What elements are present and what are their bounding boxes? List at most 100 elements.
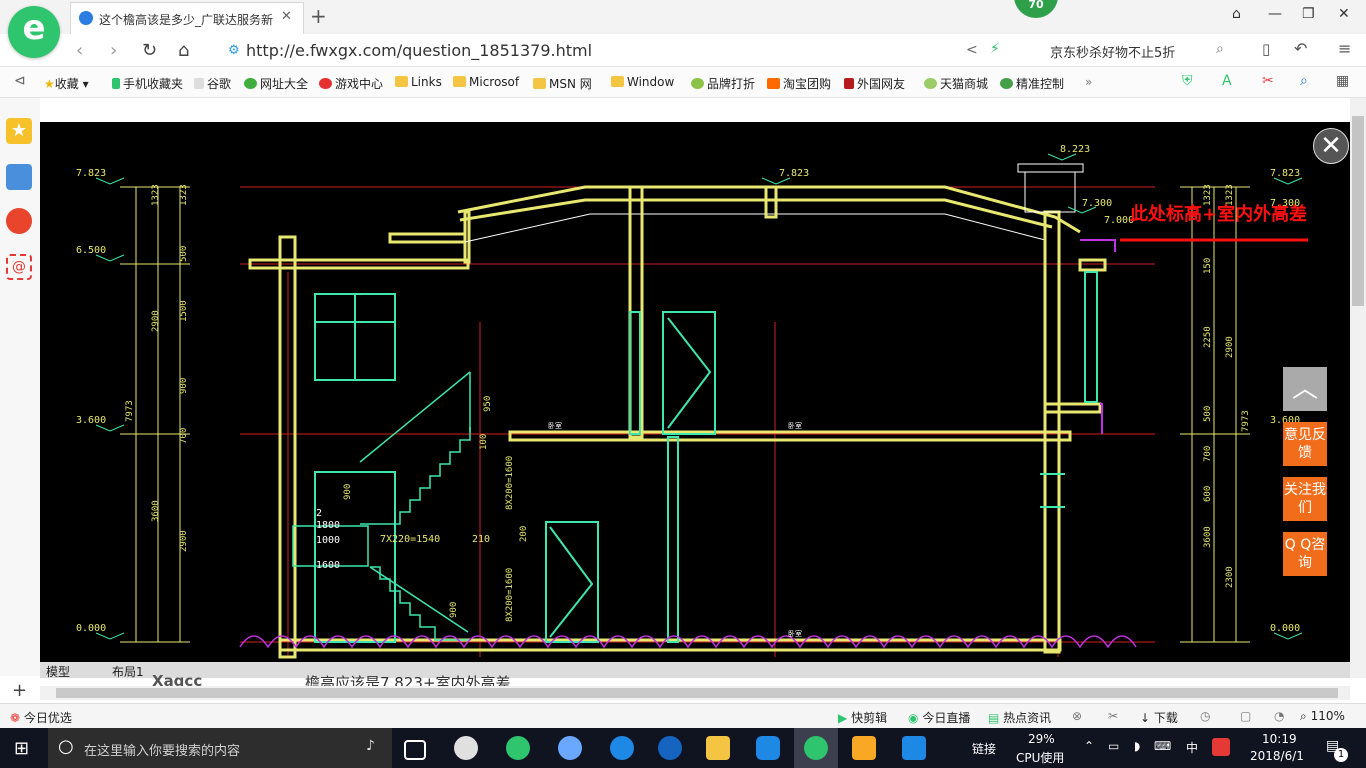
- email-icon[interactable]: @: [6, 254, 32, 280]
- file-explorer-icon[interactable]: [706, 736, 730, 760]
- gift-icon: ❁: [10, 711, 21, 725]
- stair-label: 1000: [316, 535, 340, 546]
- follow-us-button[interactable]: 关注我们: [1283, 477, 1327, 521]
- windows-start-icon[interactable]: ⊞: [14, 738, 29, 759]
- menu-icon[interactable]: ≡: [1338, 39, 1351, 58]
- minimize-icon[interactable]: —: [1268, 6, 1282, 22]
- download-icon: ↓: [1140, 711, 1151, 725]
- clock-date[interactable]: 2018/6/1: [1250, 749, 1304, 763]
- bookmarks-more[interactable]: »: [1085, 75, 1092, 89]
- find-icon[interactable]: ⌕: [1300, 73, 1308, 89]
- bookmark-windows[interactable]: Window: [611, 75, 674, 89]
- taskbar-search-input[interactable]: 在这里输入你要搜索的内容: [84, 740, 240, 759]
- keyboard-icon[interactable]: ⌨: [1154, 739, 1171, 753]
- site-security-icon[interactable]: ⚙: [228, 43, 240, 58]
- edge-icon[interactable]: [610, 736, 634, 760]
- feedback-button[interactable]: 意见反馈: [1283, 422, 1327, 466]
- speed-icon[interactable]: ⚡: [990, 41, 1000, 57]
- bookmark-brand-discount[interactable]: 品牌打折: [691, 75, 755, 92]
- glodon-app-icon[interactable]: [756, 736, 780, 760]
- zoom-level[interactable]: ⌕ 110%: [1300, 709, 1345, 724]
- shield-icon[interactable]: ⛨: [1182, 73, 1193, 89]
- new-tab-icon[interactable]: +: [310, 4, 327, 28]
- browser-logo-icon[interactable]: e: [8, 6, 60, 58]
- fan-app-icon[interactable]: [454, 736, 478, 760]
- vertical-scroll-thumb[interactable]: [1352, 116, 1364, 306]
- undo-icon[interactable]: ↶: [1294, 39, 1307, 58]
- bookmark-microsoft[interactable]: Microsof: [453, 75, 519, 89]
- browser-active-icon[interactable]: [804, 736, 828, 760]
- taskbar-link[interactable]: 链接: [972, 740, 996, 757]
- tray-expand-icon[interactable]: ⌃: [1084, 739, 1094, 753]
- apps-icon[interactable]: ▦: [1336, 73, 1349, 89]
- restore-icon[interactable]: ❐: [1302, 6, 1315, 22]
- refresh-icon[interactable]: ↻: [142, 40, 157, 61]
- microphone-icon[interactable]: ♪: [366, 738, 375, 754]
- notes-app-icon[interactable]: [852, 736, 876, 760]
- mobile-icon[interactable]: ▯: [1262, 40, 1270, 58]
- task-view-icon[interactable]: [404, 740, 426, 760]
- bookmark-foreign-users[interactable]: 外国网友: [844, 75, 905, 92]
- horizontal-scrollbar[interactable]: [40, 686, 1350, 700]
- address-bar: ‹ › ↻ ⌂ ⚙ http://e.fwxgx.com/question_18…: [0, 34, 1366, 67]
- favorites-star-icon[interactable]: ★: [6, 118, 32, 144]
- stair-label: 200: [519, 526, 529, 542]
- reading-list-icon[interactable]: [6, 164, 32, 190]
- qq-consult-button[interactable]: Q Q咨询: [1283, 532, 1327, 576]
- tool-app-icon[interactable]: [902, 736, 926, 760]
- bookmark-precision[interactable]: 精准控制: [1000, 75, 1064, 92]
- internet-explorer-icon[interactable]: [658, 736, 682, 760]
- translate-icon[interactable]: A: [1222, 73, 1232, 89]
- sidebar-add-icon[interactable]: +: [12, 680, 27, 701]
- bookmark-directory[interactable]: 网址大全: [244, 75, 308, 92]
- speed-dial-icon[interactable]: ⊗: [1072, 709, 1082, 723]
- history-icon[interactable]: ◷: [1200, 709, 1210, 723]
- network-app-icon[interactable]: [558, 736, 582, 760]
- bookmark-tmall[interactable]: 天猫商城: [924, 75, 988, 92]
- bookmark-favorites[interactable]: ★收藏 ▾: [44, 75, 89, 92]
- hot-news[interactable]: ▤ 热点资讯: [988, 709, 1051, 726]
- bookmark-google[interactable]: 谷歌: [194, 75, 231, 92]
- download-link[interactable]: ↓ 下载: [1140, 709, 1178, 726]
- cad-drawing-viewer[interactable]: 7.823 6.500 3.600 0.000 7.823 8.223 7.82…: [40, 98, 1350, 678]
- bookmark-mobile[interactable]: 手机收藏夹: [112, 75, 183, 92]
- taskbar-search[interactable]: ○ 在这里输入你要搜索的内容 ♪: [48, 728, 392, 768]
- collapse-sidebar-icon[interactable]: ⊲: [14, 73, 26, 89]
- back-icon[interactable]: ‹: [76, 40, 83, 61]
- play-icon: ▶: [838, 711, 848, 725]
- bookmark-links[interactable]: Links: [395, 75, 442, 89]
- weibo-icon[interactable]: [6, 208, 32, 234]
- tab-close-icon[interactable]: ✕: [281, 9, 292, 24]
- active-tab[interactable]: 这个檐高该是多少_广联达服务新 ✕: [70, 2, 304, 35]
- horizontal-scroll-thumb[interactable]: [56, 688, 1338, 698]
- today-picks[interactable]: ❁ 今日优选: [10, 709, 72, 726]
- home-icon[interactable]: ⌂: [178, 40, 189, 61]
- network-icon[interactable]: ▭: [1108, 739, 1119, 753]
- bookmark-games[interactable]: 游戏中心: [319, 75, 383, 92]
- screenshot-icon[interactable]: ✂: [1262, 73, 1274, 89]
- today-live[interactable]: ◉ 今日直播: [908, 709, 970, 726]
- tools-icon[interactable]: ✂: [1108, 709, 1118, 723]
- tab-model[interactable]: 模型: [46, 663, 70, 678]
- search-input[interactable]: 京东秒杀好物不止5折: [1050, 42, 1175, 61]
- sogou-ime-icon[interactable]: [1212, 738, 1230, 756]
- url-field[interactable]: http://e.fwxgx.com/question_1851379.html: [246, 41, 592, 60]
- wifi-icon[interactable]: ◗: [1134, 739, 1140, 753]
- quick-clip[interactable]: ▶ 快剪辑: [838, 709, 887, 726]
- skin-icon[interactable]: ⌂: [1232, 6, 1241, 22]
- tab-layout1[interactable]: 布局1: [112, 663, 144, 678]
- close-window-icon[interactable]: ✕: [1338, 6, 1350, 22]
- vertical-scrollbar[interactable]: [1350, 98, 1366, 678]
- volume-icon[interactable]: ◔: [1274, 709, 1284, 723]
- back-to-top-button[interactable]: ︿: [1283, 367, 1327, 411]
- clock-time[interactable]: 10:19: [1262, 732, 1297, 746]
- bookmark-msn[interactable]: MSN 网: [533, 75, 592, 92]
- bookmark-taobao[interactable]: 淘宝团购: [767, 75, 831, 92]
- ime-indicator[interactable]: 中: [1186, 739, 1198, 756]
- share-icon[interactable]: <: [966, 42, 978, 58]
- browser-app-icon[interactable]: [506, 736, 530, 760]
- search-icon[interactable]: ⌕: [1216, 41, 1224, 57]
- window-icon[interactable]: ▢: [1240, 709, 1251, 723]
- close-viewer-button[interactable]: ✕: [1313, 128, 1349, 164]
- forward-icon[interactable]: ›: [110, 40, 117, 61]
